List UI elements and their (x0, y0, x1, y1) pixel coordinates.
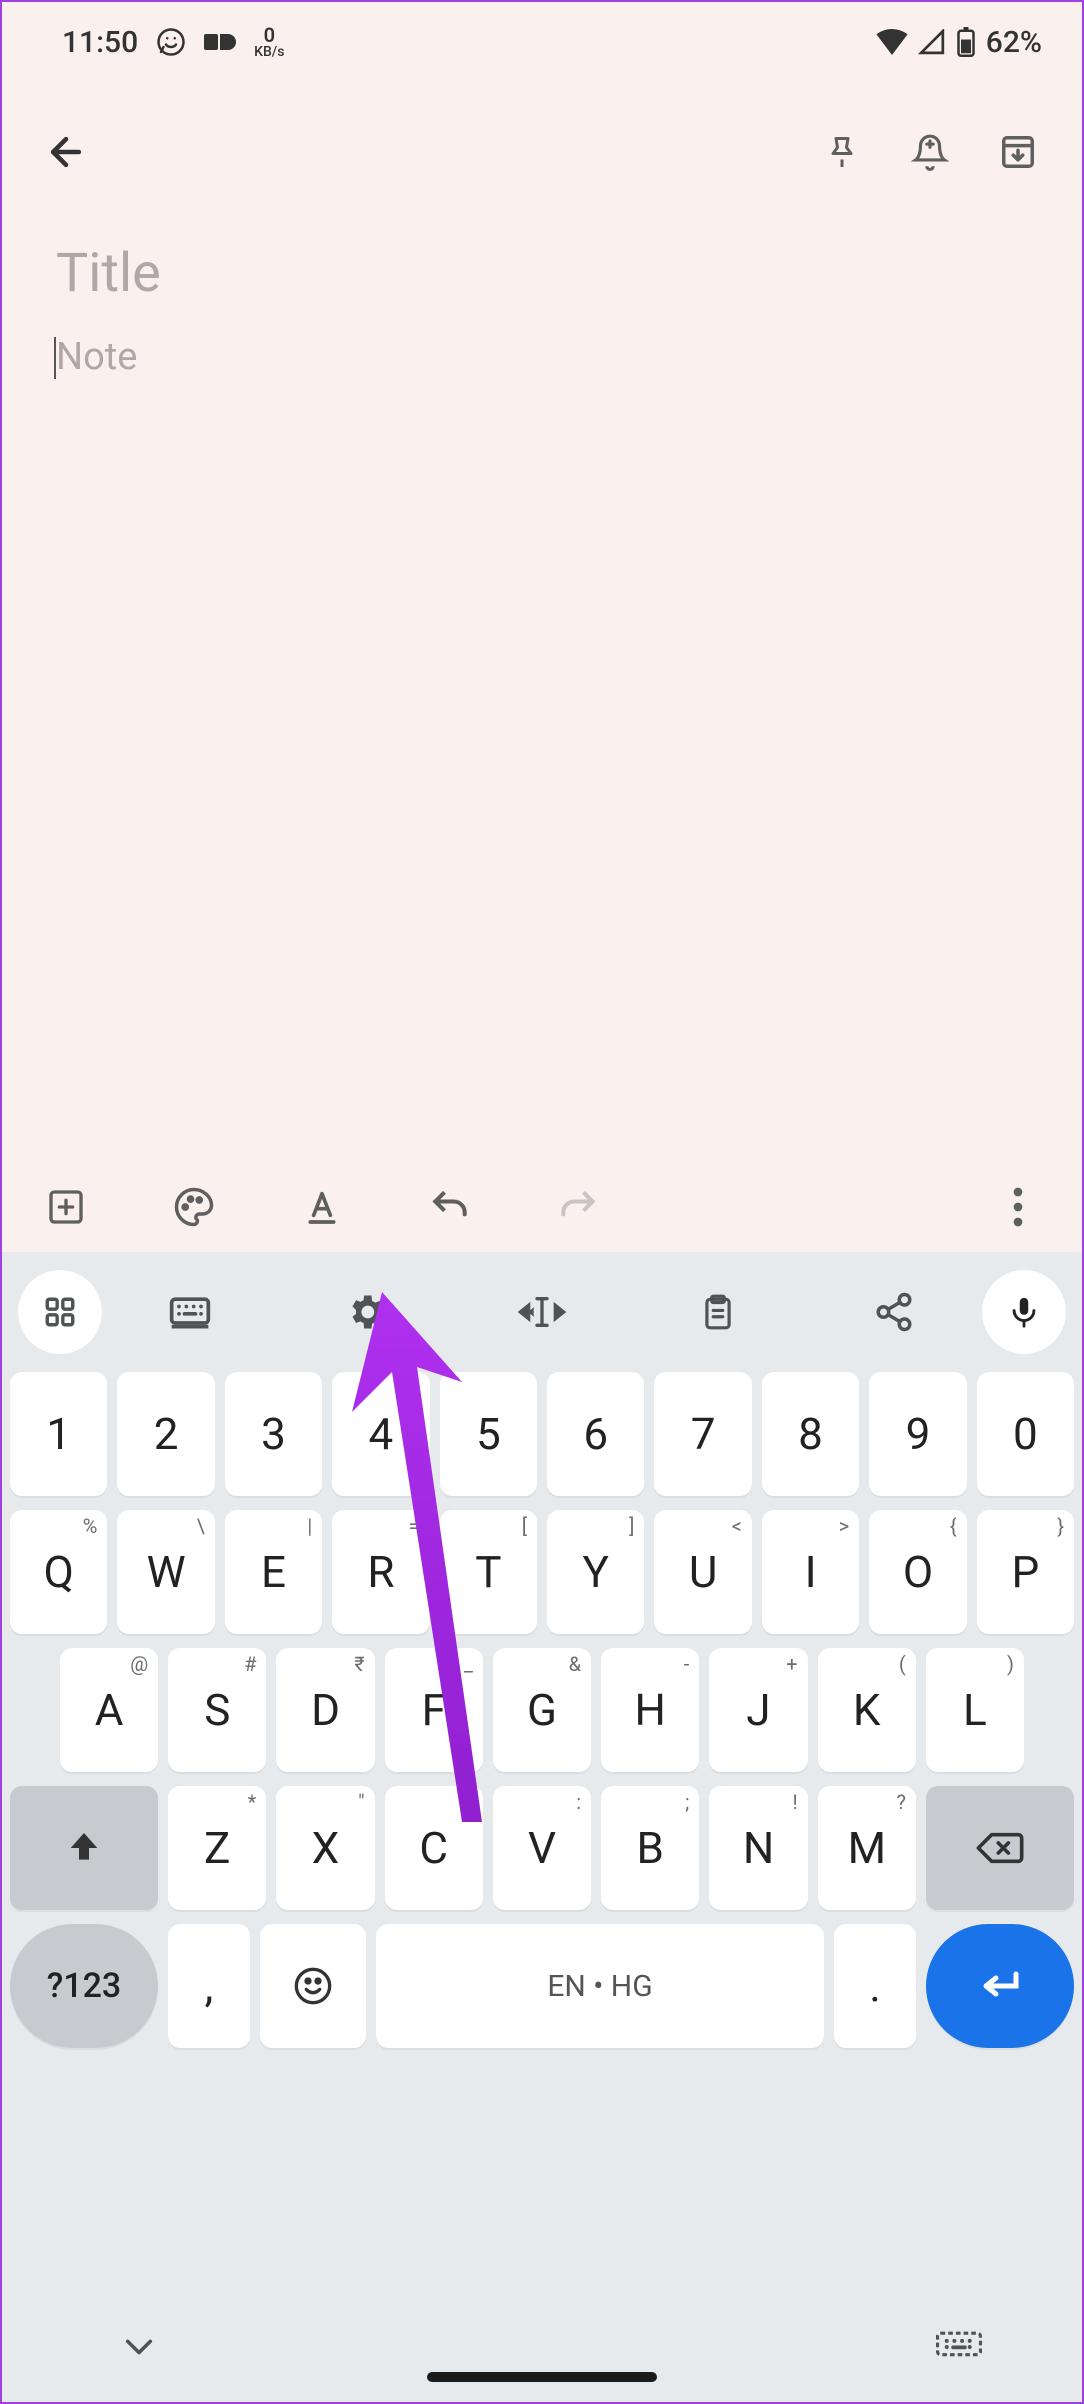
key-R[interactable]: R= (332, 1510, 429, 1634)
space-key[interactable]: EN • HG (376, 1924, 824, 2048)
key-Y[interactable]: Y] (547, 1510, 644, 1634)
wifi-icon (876, 29, 908, 55)
key-E[interactable]: E| (225, 1510, 322, 1634)
redo-button[interactable] (542, 1171, 614, 1243)
key-9[interactable]: 9 (869, 1372, 966, 1496)
title-input[interactable]: Title (56, 242, 1028, 305)
key-J[interactable]: J+ (709, 1648, 807, 1772)
mic-icon[interactable] (982, 1270, 1066, 1354)
note-input[interactable]: Note (56, 335, 1028, 379)
keyboard-mode-icon[interactable] (102, 1290, 278, 1334)
key-W[interactable]: W\ (117, 1510, 214, 1634)
network-speed-indicator: 0 KB/s (254, 25, 284, 59)
signal-icon (918, 29, 946, 55)
keyboard-keys: 1234567890 Q%W\E|R=T[Y]U<I>O{P} A@S#D₹F_… (2, 1372, 1082, 2402)
settings-icon[interactable] (278, 1290, 454, 1334)
key-4[interactable]: 4 (332, 1372, 429, 1496)
key-X[interactable]: X" (276, 1786, 374, 1910)
key-2[interactable]: 2 (117, 1372, 214, 1496)
clipboard-icon[interactable] (630, 1290, 806, 1334)
nav-bar (2, 2292, 1082, 2402)
key-A[interactable]: A@ (60, 1648, 158, 1772)
key-D[interactable]: D₹ (276, 1648, 374, 1772)
text-format-button[interactable] (286, 1171, 358, 1243)
key-L[interactable]: L) (926, 1648, 1024, 1772)
key-G[interactable]: G& (493, 1648, 591, 1772)
key-O[interactable]: O{ (869, 1510, 966, 1634)
key-B[interactable]: B; (601, 1786, 699, 1910)
reminder-button[interactable] (894, 116, 966, 188)
key-6[interactable]: 6 (547, 1372, 644, 1496)
key-T[interactable]: T[ (440, 1510, 537, 1634)
undo-button[interactable] (414, 1171, 486, 1243)
more-button[interactable] (982, 1171, 1054, 1243)
key-P[interactable]: P} (977, 1510, 1074, 1634)
key-H[interactable]: H- (601, 1648, 699, 1772)
whatsapp-icon (156, 27, 186, 57)
nav-keyboard-icon[interactable] (936, 2331, 982, 2363)
text-cursor (54, 337, 56, 379)
key-V[interactable]: V: (493, 1786, 591, 1910)
keyboard-toolbar (2, 1252, 1082, 1372)
back-button[interactable] (30, 116, 102, 188)
nav-home-pill[interactable] (427, 2372, 657, 2382)
share-icon[interactable] (806, 1291, 982, 1333)
note-editor: Title Note (2, 222, 1082, 399)
key-8[interactable]: 8 (762, 1372, 859, 1496)
key-Q[interactable]: Q% (10, 1510, 107, 1634)
key-Z[interactable]: Z* (168, 1786, 266, 1910)
add-button[interactable] (30, 1171, 102, 1243)
emoji-key[interactable] (260, 1924, 366, 2048)
key-I[interactable]: I> (762, 1510, 859, 1634)
archive-button[interactable] (982, 116, 1054, 188)
key-S[interactable]: S# (168, 1648, 266, 1772)
key-3[interactable]: 3 (225, 1372, 322, 1496)
key-M[interactable]: M? (818, 1786, 916, 1910)
apps-icon[interactable] (18, 1270, 102, 1354)
status-right: 62% (876, 25, 1042, 60)
key-N[interactable]: N! (709, 1786, 807, 1910)
pin-button[interactable] (806, 116, 878, 188)
status-left: 11:50 0 KB/s (62, 25, 284, 60)
status-time: 11:50 (62, 25, 138, 60)
symbols-key[interactable]: ?123 (10, 1924, 158, 2048)
enter-key[interactable] (926, 1924, 1074, 2048)
key-5[interactable]: 5 (440, 1372, 537, 1496)
app-bar (2, 82, 1082, 222)
period-key[interactable]: . (834, 1924, 916, 2048)
key-C[interactable]: C' (385, 1786, 483, 1910)
battery-percent: 62% (986, 25, 1042, 60)
battery-icon (956, 27, 976, 57)
shift-key[interactable] (10, 1786, 158, 1910)
nav-back-icon[interactable] (122, 2335, 156, 2359)
keyboard: 1234567890 Q%W\E|R=T[Y]U<I>O{P} A@S#D₹F_… (2, 1252, 1082, 2402)
key-F[interactable]: F_ (385, 1648, 483, 1772)
key-U[interactable]: U< (654, 1510, 751, 1634)
key-7[interactable]: 7 (654, 1372, 751, 1496)
key-0[interactable]: 0 (977, 1372, 1074, 1496)
comma-key[interactable]: , (168, 1924, 250, 2048)
key-1[interactable]: 1 (10, 1372, 107, 1496)
key-K[interactable]: K( (818, 1648, 916, 1772)
note-toolbar (2, 1162, 1082, 1252)
text-select-icon[interactable] (454, 1292, 630, 1332)
status-bar: 11:50 0 KB/s 62% (2, 2, 1082, 82)
app-indicator-icon (204, 30, 236, 54)
backspace-key[interactable] (926, 1786, 1074, 1910)
palette-button[interactable] (158, 1171, 230, 1243)
